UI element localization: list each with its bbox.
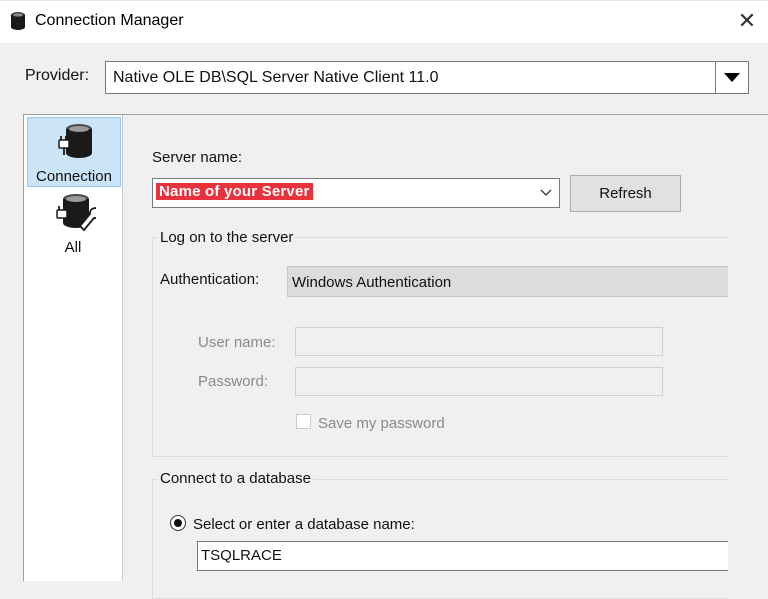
refresh-button[interactable]: Refresh	[570, 175, 681, 212]
server-name-value: Name of your Server	[156, 183, 313, 200]
sidebar-item-label: All	[64, 239, 82, 256]
chevron-down-icon[interactable]	[539, 185, 553, 199]
sidebar-item-label: Connection	[36, 168, 112, 185]
database-name-field[interactable]: TSQLRACE	[197, 541, 728, 571]
user-name-field[interactable]	[295, 327, 663, 356]
window-title: Connection Manager	[35, 12, 184, 29]
authentication-select[interactable]: Windows Authentication	[287, 266, 728, 297]
password-field[interactable]	[295, 367, 663, 396]
provider-select[interactable]: Native OLE DB\SQL Server Native Client 1…	[105, 61, 749, 94]
database-group-title: Connect to a database	[158, 470, 313, 487]
close-icon: ✕	[737, 8, 757, 33]
server-name-label: Server name:	[152, 149, 243, 166]
save-password-label: Save my password	[318, 415, 445, 432]
database-group	[152, 479, 728, 599]
sidebar-item-all[interactable]: All	[27, 190, 121, 260]
select-database-radio-label: Select or enter a database name:	[193, 516, 415, 533]
authentication-value: Windows Authentication	[292, 274, 452, 291]
sidebar-item-connection[interactable]: Connection	[27, 117, 121, 187]
user-name-label: User name:	[198, 334, 276, 351]
close-button[interactable]: ✕	[733, 8, 761, 34]
provider-value: Native OLE DB\SQL Server Native Client 1…	[113, 69, 439, 86]
database-icon	[11, 12, 25, 30]
select-database-radio[interactable]	[170, 515, 186, 531]
authentication-label: Authentication:	[160, 271, 260, 288]
database-wrench-icon	[56, 194, 96, 232]
save-password-checkbox[interactable]	[296, 414, 311, 429]
logon-group-title: Log on to the server	[158, 229, 296, 246]
provider-label: Provider:	[25, 67, 90, 84]
database-name-value: TSQLRACE	[201, 547, 282, 564]
database-plug-icon	[58, 124, 92, 158]
dropdown-arrow-icon[interactable]	[715, 62, 748, 93]
server-name-combobox[interactable]: Name of your Server	[152, 178, 560, 208]
password-label: Password:	[198, 373, 269, 390]
